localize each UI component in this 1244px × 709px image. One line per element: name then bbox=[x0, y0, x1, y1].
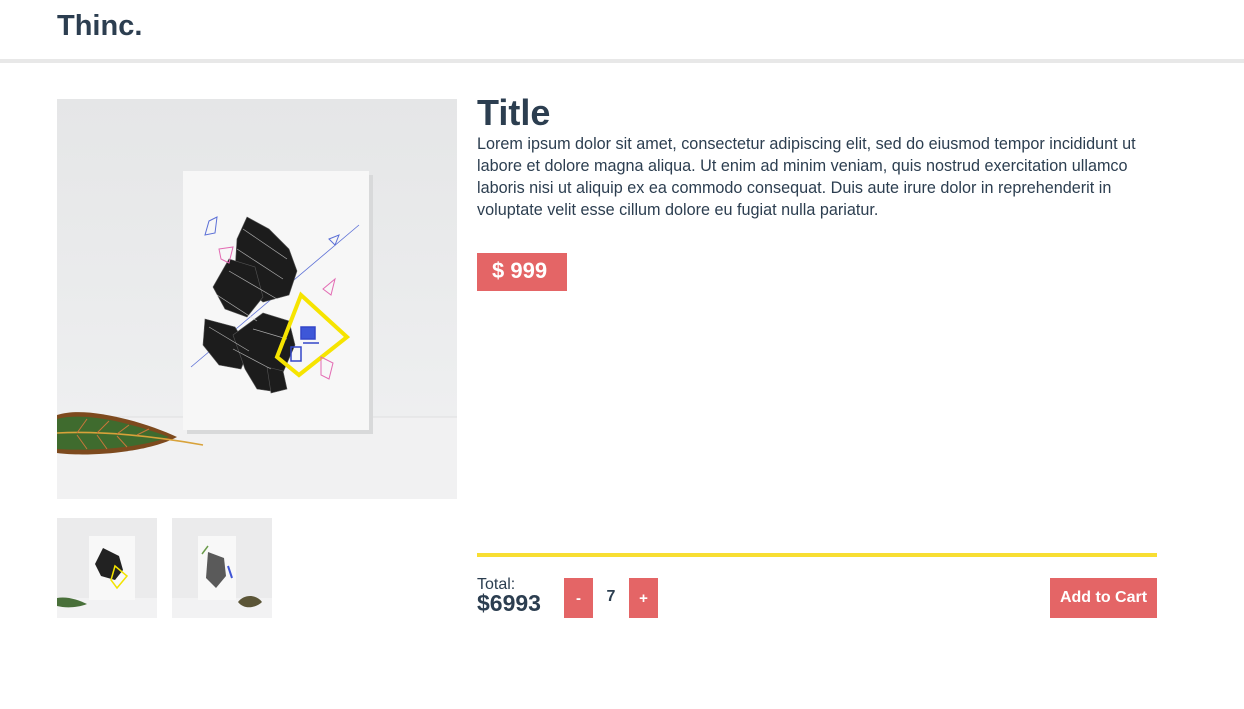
brand-logo[interactable]: Thinc. bbox=[57, 10, 142, 43]
product-description: Lorem ipsum dolor sit amet, consectetur … bbox=[477, 135, 1136, 219]
add-to-cart-button[interactable]: Add to Cart bbox=[1050, 578, 1157, 618]
product-title: Title bbox=[477, 92, 551, 133]
total-value: $6993 bbox=[477, 590, 541, 616]
increase-quantity-button[interactable]: + bbox=[629, 578, 658, 618]
quantity-value: 7 bbox=[606, 588, 616, 605]
decrease-quantity-button[interactable]: - bbox=[564, 578, 593, 618]
price-badge: $ 999 bbox=[477, 253, 567, 291]
section-divider bbox=[477, 553, 1157, 557]
thumbnail-2[interactable] bbox=[172, 518, 272, 618]
site-header: Thinc. bbox=[0, 0, 1244, 63]
thumbnail-1[interactable] bbox=[57, 518, 157, 618]
main-product-image bbox=[57, 99, 457, 499]
